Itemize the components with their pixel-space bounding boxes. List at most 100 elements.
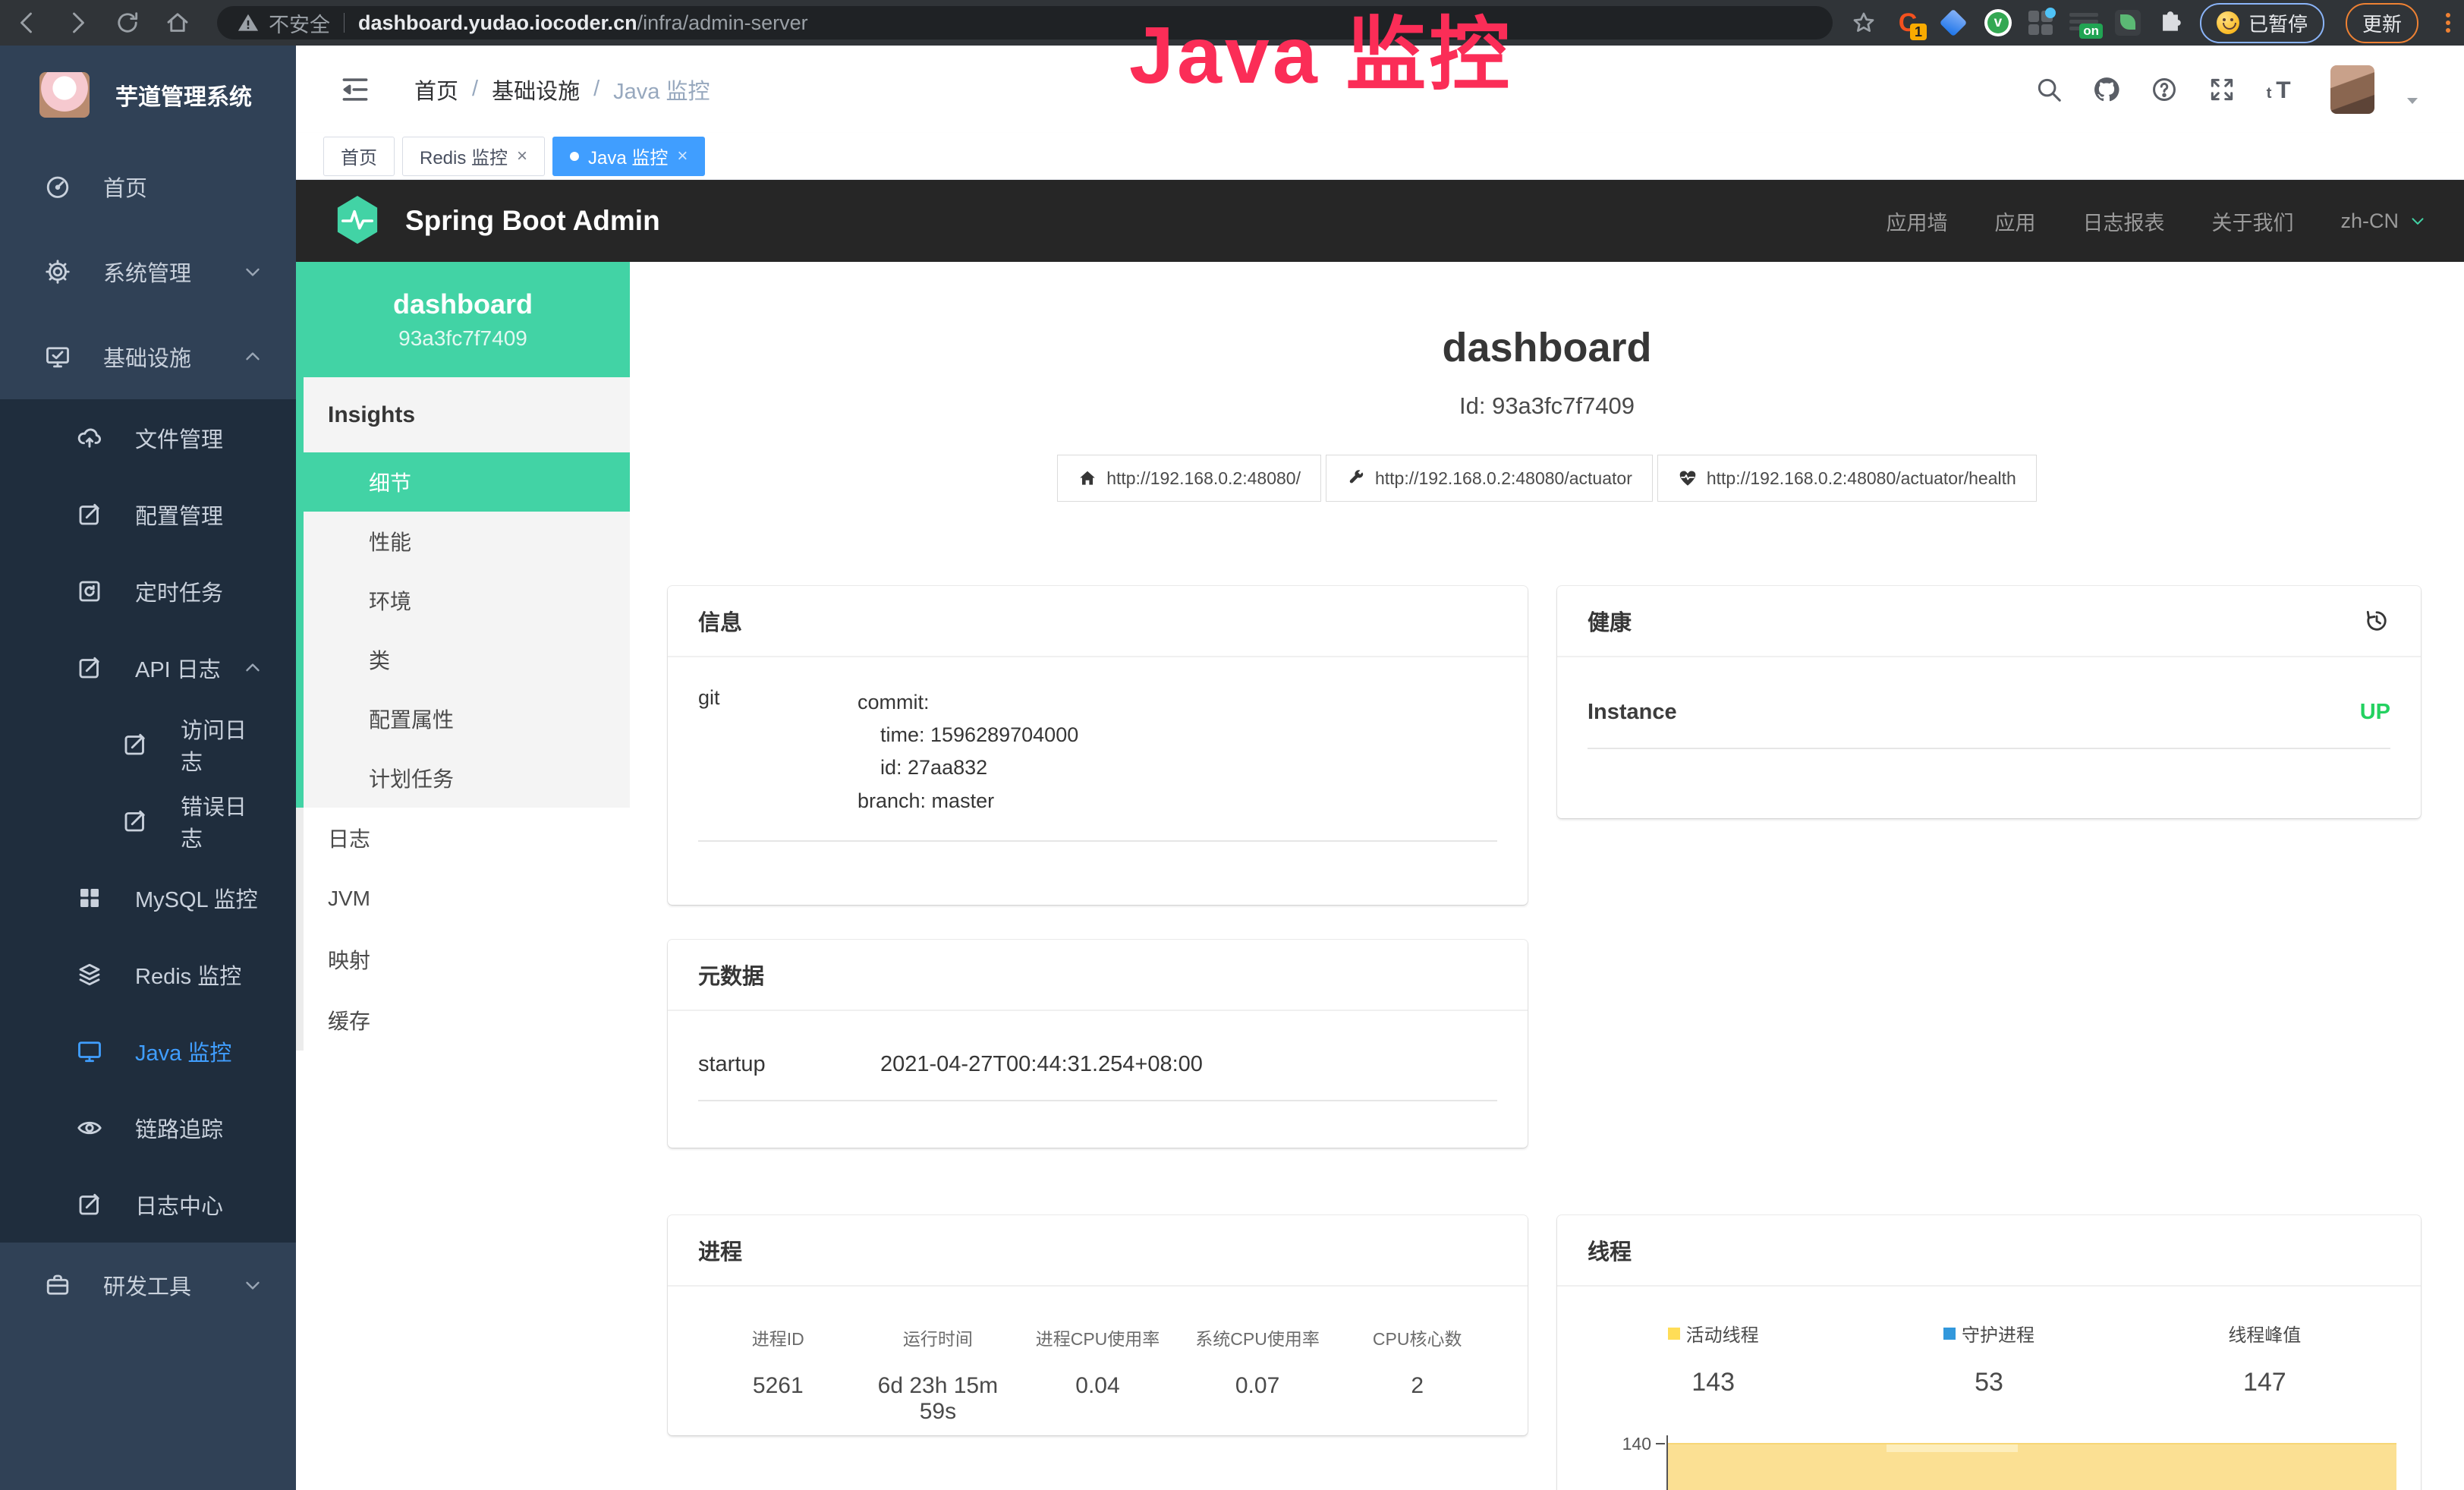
not-secure-warning-icon[interactable] [237,11,260,34]
sba-locale-select[interactable]: zh-CN [2340,209,2428,233]
extension-c-icon[interactable]: C1 [1893,8,1922,37]
sidebar-item-job[interactable]: 定时任务 [0,553,296,629]
instance-id: 93a3fc7f7409 [398,326,527,351]
gear-icon [44,258,71,285]
address-bar[interactable]: 不安全 dashboard.yudao.iocoder.cn /infra/ad… [217,6,1833,39]
chevron-down-icon [241,260,264,283]
monitor-icon [76,1038,103,1065]
tab-java[interactable]: Java 监控 × [552,137,705,176]
sba-item-environment[interactable]: 环境 [296,571,630,630]
sidebar-item-access-log[interactable]: 访问日志 [0,706,296,783]
peak-threads-value: 147 [2127,1368,2403,1397]
browser-home-icon[interactable] [164,9,191,36]
live-threads-area [1668,1443,2396,1490]
edit-icon [121,808,149,835]
font-size-icon[interactable]: tT [2265,75,2294,104]
address-separator [344,13,345,33]
extension-pin-icon[interactable] [1939,8,1968,37]
extension-v-icon[interactable]: v [1984,9,2012,36]
sba-item-mappings[interactable]: 映射 [296,929,630,990]
collapse-sidebar-icon[interactable] [338,73,372,106]
breadcrumb-current: Java 监控 [613,74,710,106]
sidebar-item-redis[interactable]: Redis 监控 [0,936,296,1013]
sidebar-item-log-center[interactable]: 日志中心 [0,1166,296,1243]
app-sidebar: 芋道管理系统 首页 系统管理 基础设施 文件管理 配置管理 定时任务 API 日… [0,46,296,1490]
sba-item-scheduled-tasks[interactable]: 计划任务 [296,748,630,808]
instance-subtitle: Id: 93a3fc7f7409 [630,392,2464,420]
tab-redis[interactable]: Redis 监控 × [402,137,545,176]
sidebar-item-trace[interactable]: 链路追踪 [0,1089,296,1166]
sba-item-classes[interactable]: 类 [296,630,630,689]
tab-home[interactable]: 首页 [323,137,395,176]
annotation-java-monitor: Java 监控 [1129,0,1512,106]
svg-text:t: t [2267,84,2272,102]
row-divider [698,1100,1497,1101]
endpoint-health-link[interactable]: http://192.168.0.2:48080/actuator/health [1657,455,2037,502]
sba-item-metrics[interactable]: 性能 [296,512,630,571]
back-icon[interactable] [14,9,41,36]
endpoint-actuator-link[interactable]: http://192.168.0.2:48080/actuator [1326,455,1653,502]
url-path: /infra/admin-server [637,11,808,35]
sba-nav-applications[interactable]: 应用 [1994,206,2035,236]
user-avatar[interactable] [2330,65,2374,114]
endpoint-home-link[interactable]: http://192.168.0.2:48080/ [1057,455,1321,502]
sidebar-item-api-log[interactable]: API 日志 [0,629,296,706]
chrome-update-button[interactable]: 更新 [2346,3,2418,43]
extension-list-on-icon[interactable]: on [2069,10,2098,36]
metadata-card: 元数据 startup 2021-04-27T00:44:31.254+08:0… [668,940,1528,1148]
tab-close-icon[interactable]: × [517,146,527,167]
sba-nav-journal[interactable]: 日志报表 [2082,206,2164,236]
home-icon [1078,468,1097,488]
svg-text:T: T [2276,76,2290,103]
profile-paused-button[interactable]: 已暂停 [2200,3,2324,43]
health-instance-label[interactable]: Instance [1588,700,1677,725]
sidebar-item-java[interactable]: Java 监控 [0,1013,296,1089]
chevron-up-icon [241,345,264,368]
row-divider [1588,748,2390,749]
help-icon[interactable] [2150,75,2179,104]
sidebar-item-home[interactable]: 首页 [0,144,296,229]
sba-nav-wall[interactable]: 应用墙 [1886,206,1947,236]
search-icon[interactable] [2034,75,2063,104]
bookmark-star-icon[interactable] [1851,10,1877,36]
info-card: 信息 git commit: time: 1596289704000 id: 2… [668,586,1528,905]
sba-instance-block[interactable]: dashboard 93a3fc7f7409 [296,262,630,377]
row-divider [698,840,1497,842]
grid-icon [76,884,103,912]
sidebar-item-dev-tools[interactable]: 研发工具 [0,1243,296,1328]
sidebar-item-config[interactable]: 配置管理 [0,476,296,553]
process-card-title: 进程 [698,1234,742,1266]
sba-item-config-props[interactable]: 配置属性 [296,689,630,748]
breadcrumb-home[interactable]: 首页 [414,74,458,106]
sidebar-item-error-log[interactable]: 错误日志 [0,783,296,859]
browser-menu-icon[interactable] [2446,13,2450,33]
sba-item-logs[interactable]: 日志 [296,808,630,868]
history-icon[interactable] [2363,607,2390,635]
reload-icon[interactable] [114,9,141,36]
extension-grid-icon[interactable] [2028,11,2053,35]
info-row-value: commit: time: 1596289704000 id: 27aa832 … [858,686,1078,817]
extension-leaf-icon[interactable] [2115,10,2141,36]
github-icon[interactable] [2092,75,2121,104]
breadcrumb-infra[interactable]: 基础设施 [492,74,580,106]
forward-icon[interactable] [64,9,91,36]
fullscreen-icon[interactable] [2208,75,2236,104]
heart-pulse-icon [1678,468,1698,488]
sidebar-item-infra[interactable]: 基础设施 [0,314,296,399]
sba-section-insights: Insights [296,377,630,452]
sba-item-caches[interactable]: 缓存 [296,990,630,1051]
info-row-label: git [698,686,858,817]
sba-nav-about[interactable]: 关于我们 [2211,206,2293,236]
sidebar-item-system[interactable]: 系统管理 [0,229,296,314]
edit-icon [76,501,103,528]
url-host: dashboard.yudao.iocoder.cn [358,11,637,35]
sba-item-jvm[interactable]: JVM [296,868,630,929]
tab-close-icon[interactable]: × [677,146,688,167]
sidebar-item-file[interactable]: 文件管理 [0,399,296,476]
sidebar-item-mysql[interactable]: MySQL 监控 [0,859,296,936]
extensions-puzzle-icon[interactable] [2157,10,2183,36]
brand-name: 芋道管理系统 [115,78,252,112]
sba-item-details[interactable]: 细节 [296,452,630,512]
user-caret-down-icon[interactable] [2403,91,2422,109]
sba-brand-title[interactable]: Spring Boot Admin [405,205,660,237]
